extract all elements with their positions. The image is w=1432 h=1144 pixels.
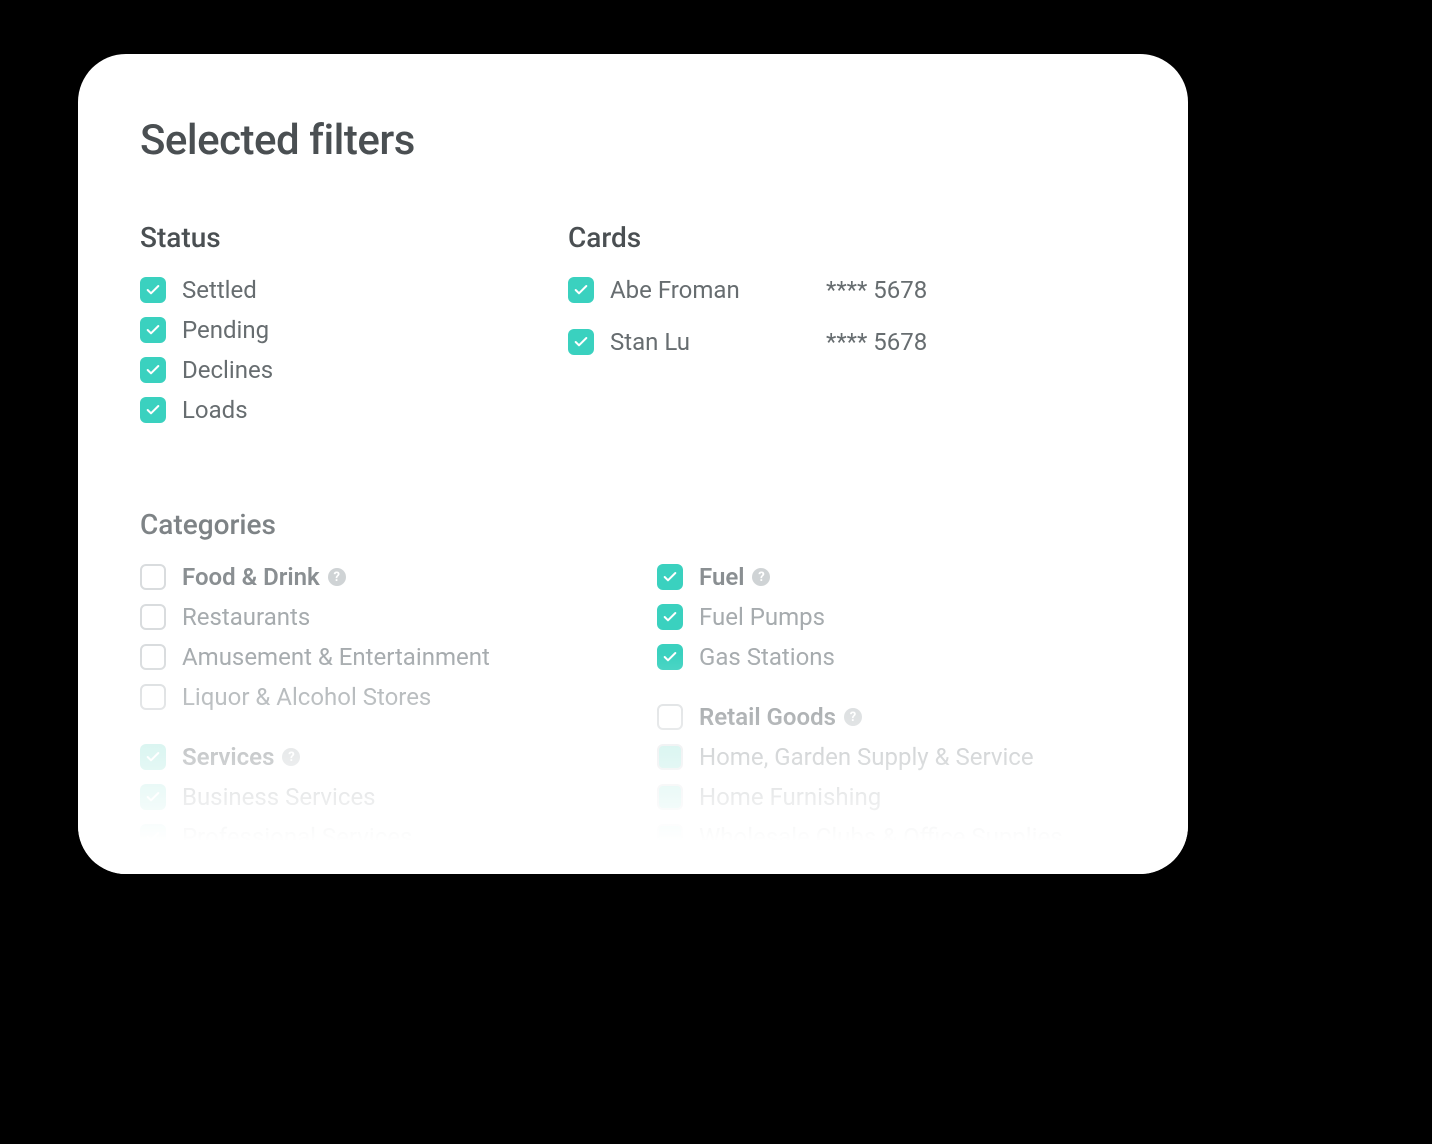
checkbox-checked-icon[interactable] (140, 277, 166, 303)
checkbox-checked-icon[interactable] (140, 744, 166, 770)
categories-col-left: Food & Drink? Restaurants Amusement & Ente… (140, 563, 609, 874)
category-child[interactable]: Liquor & Alcohol Stores (140, 683, 609, 711)
category-child-label: Liquor & Alcohol Stores (182, 683, 431, 711)
category-child-label: Professional Services (182, 823, 412, 851)
status-item-label: Pending (182, 316, 269, 344)
status-item[interactable]: Loads (140, 396, 520, 424)
category-group: Services? Business Services Professional S… (140, 743, 609, 851)
category-parent[interactable]: Services? (140, 743, 609, 771)
status-item-label: Declines (182, 356, 273, 384)
category-child-label: Wholesale Clubs & Office Supplies (699, 823, 1063, 851)
checkbox-unchecked-icon[interactable] (140, 564, 166, 590)
category-child[interactable]: Home, Garden Supply & Service (657, 743, 1126, 771)
card-masked-number: **** 5678 (826, 328, 927, 356)
category-child-label: Gas Stations (699, 643, 835, 671)
help-icon[interactable]: ? (282, 748, 300, 766)
status-heading: Status (140, 221, 520, 254)
category-child-label: Restaurants (182, 603, 310, 631)
checkbox-unchecked-icon[interactable] (140, 684, 166, 710)
checkbox-unchecked-icon[interactable] (657, 704, 683, 730)
category-child-label: Amusement & Entertainment (182, 643, 490, 671)
category-child[interactable]: Wholesale Clubs & Office Supplies (657, 823, 1126, 851)
checkbox-unchecked-icon[interactable] (140, 644, 166, 670)
checkbox-checked-icon[interactable] (140, 317, 166, 343)
status-item[interactable]: Declines (140, 356, 520, 384)
category-group: Fuel? Fuel Pumps Gas Stations (657, 563, 1126, 671)
card-item[interactable]: Abe Froman **** 5678 (568, 276, 1126, 304)
category-child[interactable]: Amusement & Entertainment (140, 643, 609, 671)
help-icon[interactable]: ? (752, 568, 770, 586)
categories-heading: Categories (140, 508, 1126, 541)
checkbox-checked-icon[interactable] (657, 644, 683, 670)
status-item[interactable]: Settled (140, 276, 520, 304)
cards-list: Abe Froman **** 5678 Stan Lu **** 5678 (568, 276, 1126, 356)
checkbox-checked-icon[interactable] (568, 277, 594, 303)
category-parent-label: Services? (182, 743, 300, 771)
page-title: Selected filters (140, 116, 1126, 165)
checkbox-unchecked-icon[interactable] (657, 744, 683, 770)
card-masked-number: **** 5678 (826, 276, 927, 304)
help-icon[interactable]: ? (844, 708, 862, 726)
checkbox-checked-icon[interactable] (140, 824, 166, 850)
checkbox-unchecked-icon[interactable] (140, 604, 166, 630)
top-sections: Status Settled Pending Declines Loads Cards… (140, 221, 1126, 436)
checkbox-checked-icon[interactable] (568, 329, 594, 355)
category-parent-label: Food & Drink? (182, 563, 346, 591)
help-icon[interactable]: ? (328, 568, 346, 586)
category-child-label: Home, Garden Supply & Service (699, 743, 1034, 771)
checkbox-unchecked-icon[interactable] (657, 784, 683, 810)
status-list: Settled Pending Declines Loads (140, 276, 520, 424)
category-child-label: Home Furnishing (699, 783, 881, 811)
status-item-label: Settled (182, 276, 257, 304)
category-parent[interactable]: Fuel? (657, 563, 1126, 591)
status-item-label: Loads (182, 396, 248, 424)
category-child[interactable]: Professional Services (140, 823, 609, 851)
category-group: Retail Goods? Home, Garden Supply & Servi… (657, 703, 1126, 851)
category-child-label: Business Services (182, 783, 376, 811)
checkbox-checked-icon[interactable] (657, 564, 683, 590)
category-child[interactable]: Gas Stations (657, 643, 1126, 671)
filters-card: Selected filters Status Settled Pending De… (78, 54, 1188, 874)
category-child[interactable]: Home Furnishing (657, 783, 1126, 811)
status-item[interactable]: Pending (140, 316, 520, 344)
status-section: Status Settled Pending Declines Loads (140, 221, 520, 436)
cards-section: Cards Abe Froman **** 5678 Stan Lu **** 567… (568, 221, 1126, 436)
categories-columns: Food & Drink? Restaurants Amusement & Ente… (140, 563, 1126, 874)
checkbox-unchecked-icon[interactable] (657, 824, 683, 850)
checkbox-checked-icon[interactable] (140, 357, 166, 383)
checkbox-checked-icon[interactable] (140, 397, 166, 423)
checkbox-checked-icon[interactable] (657, 604, 683, 630)
category-parent[interactable]: Food & Drink? (140, 563, 609, 591)
category-child[interactable]: Restaurants (140, 603, 609, 631)
category-child[interactable]: Fuel Pumps (657, 603, 1126, 631)
category-parent[interactable]: Retail Goods? (657, 703, 1126, 731)
checkbox-checked-icon[interactable] (140, 784, 166, 810)
category-parent-label: Fuel? (699, 563, 770, 591)
card-name: Stan Lu (610, 328, 810, 356)
categories-col-right: Fuel? Fuel Pumps Gas Stations Retail Goods?… (657, 563, 1126, 874)
category-child[interactable]: Business Services (140, 783, 609, 811)
category-parent-label: Retail Goods? (699, 703, 862, 731)
category-child-label: Fuel Pumps (699, 603, 825, 631)
card-item[interactable]: Stan Lu **** 5678 (568, 328, 1126, 356)
category-group: Food & Drink? Restaurants Amusement & Ente… (140, 563, 609, 711)
card-name: Abe Froman (610, 276, 810, 304)
cards-heading: Cards (568, 221, 1126, 254)
